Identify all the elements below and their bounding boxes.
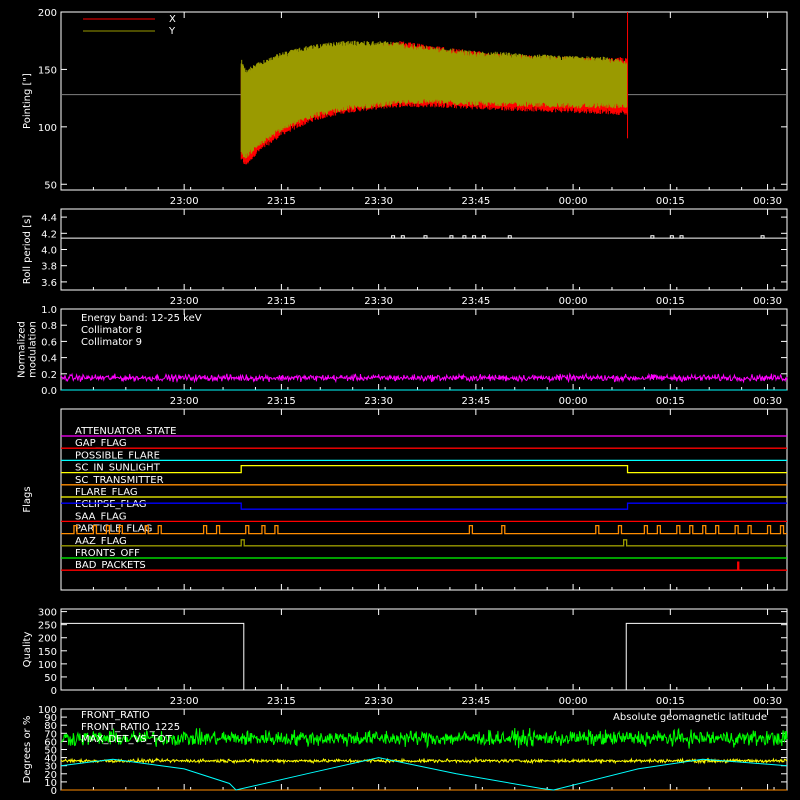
rhessi-quicklook-figure: 23:00 23:15 23:30 23:45 00:00 00:15 00:30 50 100… [17, 8, 788, 797]
degrees-annotation-geomagnetic-latitude: Absolute geomagnetic latitude [613, 712, 767, 723]
modulation-series-collimator-9 [60, 372, 788, 384]
quality-ylabel: Quality [22, 632, 33, 668]
quality-ytick-label: 0 [51, 686, 57, 697]
modulation-legend-label: Collimator 9 [81, 337, 142, 348]
roll-axes: 23:00 23:15 23:30 23:45 00:00 00:15 00:30 [60, 208, 788, 307]
roll-ytick-label: 4.0 [41, 246, 57, 257]
quality-xtick-label: 00:30 [753, 696, 782, 707]
quality-frame [60, 608, 788, 691]
roll-period-blip [669, 235, 674, 239]
modulation-ytick-label: 0.0 [41, 386, 57, 397]
flag-line-bad_packets [61, 561, 787, 571]
roll-ytick-label: 3.6 [41, 278, 57, 289]
flag-line-aaz_flag [61, 539, 787, 547]
roll-xtick-label: 23:15 [267, 296, 296, 307]
roll-xtick-label: 00:30 [753, 296, 782, 307]
quality-ytick-label: 50 [44, 673, 57, 684]
roll-period-blip [423, 235, 428, 239]
modulation-ylabel: Normalized [17, 321, 28, 378]
roll-period-blip [679, 235, 684, 239]
degrees-series-front-ratio [60, 756, 787, 765]
degrees-ytick-label: 100 [38, 705, 57, 716]
flag-line-particle_flag [61, 524, 787, 535]
quality-xtick-label: 23:15 [267, 696, 296, 707]
degrees-ylabel: Degrees or % [22, 716, 33, 784]
roll-period-blip [481, 235, 486, 239]
flag-line-sc_in_sunlight [61, 464, 787, 474]
pointing-ytick-label: 150 [38, 65, 57, 76]
modulation-legend-label: Collimator 8 [81, 325, 142, 336]
roll-ytick-label: 3.8 [41, 262, 57, 273]
degrees-legend-label: MAX_DET_VS_TOT [81, 734, 173, 745]
quality-xtick-label: 23:30 [364, 696, 393, 707]
roll-xtick-label: 00:00 [559, 296, 588, 307]
pointing-ytick-label: 100 [38, 123, 57, 134]
quality-ytick-label: 150 [38, 647, 57, 658]
pointing-ylabel: Pointing ["] [22, 73, 33, 129]
degrees-legend-label: FRONT_RATIO [81, 710, 150, 721]
quality-ytick-label: 300 [38, 608, 57, 619]
roll-ytick-label: 4.4 [41, 213, 57, 224]
modulation-ytick-label: 0.6 [41, 337, 57, 348]
roll-xtick-label: 23:30 [364, 296, 393, 307]
quality-ytick-label: 200 [38, 634, 57, 645]
roll-period-blip [507, 235, 512, 239]
flags-ylabel: Flags [22, 486, 33, 512]
pointing-ytick-label: 200 [38, 8, 57, 19]
modulation-ylabel: modulation [28, 321, 39, 378]
roll-xtick-label: 00:15 [656, 296, 685, 307]
pointing-series-y [240, 40, 628, 159]
modulation-xtick-label: 00:30 [753, 396, 782, 407]
roll-frame [60, 208, 788, 291]
modulation-legend-label: Energy band: 12-25 keV [81, 313, 202, 324]
roll-period-blip [760, 235, 765, 239]
modulation-xtick-label: 00:00 [559, 396, 588, 407]
roll-period-blip [462, 235, 467, 239]
roll-period-blip [449, 235, 454, 239]
modulation-xtick-label: 00:15 [656, 396, 685, 407]
pointing-xtick-label: 23:30 [364, 196, 393, 207]
quality-xtick-label: 00:15 [656, 696, 685, 707]
degrees-series-absolute-geomagnetic-latitude [60, 757, 788, 791]
flag-line-eclipse_flag [61, 502, 787, 510]
pointing-ytick-label: 50 [44, 180, 57, 191]
degrees-legend-label: FRONT_RATIO_1225 [81, 722, 180, 733]
roll-xtick-label: 23:45 [461, 296, 490, 307]
quality-xtick-label: 23:00 [170, 696, 199, 707]
pointing-axes: 23:00 23:15 23:30 23:45 00:00 00:15 00:30 [60, 11, 788, 207]
modulation-ytick-label: 0.4 [41, 354, 57, 365]
roll-period-blip [650, 235, 655, 239]
quality-xtick-label: 00:00 [559, 696, 588, 707]
modulation-xtick-label: 23:15 [267, 396, 296, 407]
pointing-xtick-label: 23:45 [461, 196, 490, 207]
pointing-legend-label: Y [168, 26, 176, 37]
quality-xtick-label: 23:45 [461, 696, 490, 707]
roll-period-blip [391, 235, 396, 239]
flag-label-eclipse_flag: ECLIPSE_FLAG [75, 499, 146, 510]
roll-xtick-label: 23:00 [170, 296, 199, 307]
pointing-xtick-label: 00:30 [753, 196, 782, 207]
modulation-ytick-label: 1.0 [41, 305, 57, 316]
pointing-xtick-label: 23:00 [170, 196, 199, 207]
quality-ytick-label: 100 [38, 660, 57, 671]
modulation-ytick-label: 0.2 [41, 370, 57, 381]
roll-period-blip [400, 235, 405, 239]
pointing-legend-label: X [169, 14, 176, 25]
pointing-xtick-label: 00:00 [559, 196, 588, 207]
roll-ytick-label: 4.2 [41, 229, 57, 240]
modulation-xtick-label: 23:45 [461, 396, 490, 407]
quality-step-line [61, 622, 787, 691]
pointing-xtick-label: 00:15 [656, 196, 685, 207]
quality-ytick-label: 250 [38, 621, 57, 632]
modulation-ytick-label: 0.8 [41, 321, 57, 332]
modulation-xtick-label: 23:00 [170, 396, 199, 407]
roll-ylabel: Roll period [s] [22, 215, 33, 284]
modulation-xtick-label: 23:30 [364, 396, 393, 407]
pointing-xtick-label: 23:15 [267, 196, 296, 207]
roll-period-blip [472, 235, 477, 239]
